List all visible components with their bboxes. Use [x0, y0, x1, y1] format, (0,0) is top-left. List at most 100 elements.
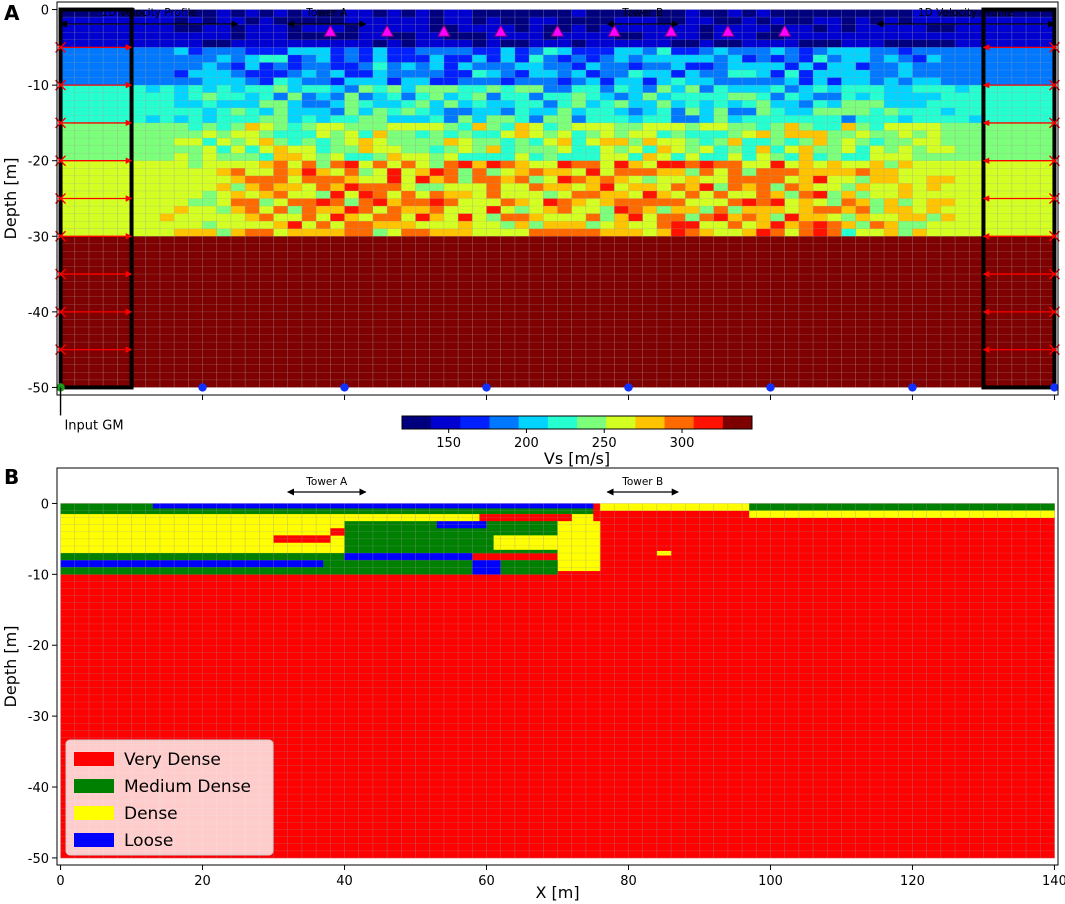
- velocity-cell: [131, 160, 147, 169]
- velocity-cell: [869, 168, 885, 177]
- velocity-cell: [841, 168, 857, 177]
- velocity-cell: [230, 190, 246, 199]
- velocity-cell: [245, 100, 260, 109]
- velocity-cell: [401, 168, 416, 177]
- velocity-cell: [813, 221, 828, 230]
- velocity-cell: [685, 122, 700, 131]
- velocity-cell: [756, 47, 771, 56]
- velocity-cell: [415, 24, 431, 33]
- velocity-cell: [543, 138, 558, 146]
- velocity-cell: [259, 100, 274, 109]
- velocity-cell: [685, 221, 700, 230]
- velocity-cell: [443, 54, 459, 63]
- velocity-cell: [798, 32, 814, 41]
- velocity-cell: [159, 85, 175, 94]
- velocity-cell: [245, 130, 260, 139]
- velocity-cell: [940, 32, 956, 41]
- velocity-cell: [557, 221, 573, 230]
- velocity-cell: [614, 62, 629, 71]
- velocity-cell: [415, 32, 431, 41]
- velocity-cell: [557, 213, 573, 222]
- velocity-cell: [813, 145, 828, 154]
- velocity-cell: [571, 145, 587, 154]
- velocity-cell: [1011, 130, 1027, 139]
- velocity-cell: [486, 175, 502, 184]
- velocity-cell: [798, 153, 814, 162]
- velocity-cell: [912, 77, 928, 86]
- velocity-cell: [188, 198, 203, 207]
- velocity-cell: [898, 168, 913, 177]
- velocity-cell: [387, 138, 402, 146]
- velocity-cell: [500, 92, 516, 101]
- velocity-cell: [756, 77, 771, 86]
- velocity-cell: [855, 77, 871, 86]
- velocity-cell: [869, 206, 885, 215]
- velocity-cell: [387, 175, 402, 184]
- velocity-cell: [74, 145, 90, 154]
- velocity-cell: [74, 213, 90, 222]
- velocity-cell: [685, 24, 700, 33]
- velocity-cell: [1011, 221, 1027, 230]
- velocity-cell: [74, 130, 90, 139]
- velocity-cell: [955, 175, 970, 184]
- velocity-cell: [316, 221, 331, 230]
- panel-b-x-tick: 140: [1042, 874, 1065, 889]
- velocity-cell: [869, 122, 885, 131]
- velocity-cell: [60, 70, 76, 78]
- velocity-cell: [585, 32, 601, 41]
- velocity-cell: [713, 198, 729, 207]
- velocity-cell: [88, 107, 104, 116]
- velocity-cell: [926, 107, 942, 116]
- velocity-cell: [259, 115, 274, 124]
- velocity-cell: [955, 39, 970, 48]
- velocity-cell: [88, 198, 104, 207]
- velocity-cell: [898, 107, 913, 116]
- velocity-cell: [756, 190, 771, 199]
- velocity-cell: [472, 183, 487, 192]
- velocity-cell: [727, 175, 743, 184]
- velocity-cell: [898, 138, 913, 146]
- velocity-cell: [287, 100, 303, 109]
- velocity-cell: [131, 198, 147, 207]
- velocity-cell: [1011, 190, 1027, 199]
- velocity-cell: [543, 168, 558, 177]
- velocity-cell: [145, 115, 161, 124]
- velocity-cell: [884, 100, 899, 109]
- velocity-cell: [699, 206, 715, 215]
- velocity-cell: [912, 190, 928, 199]
- velocity-cell: [514, 24, 530, 33]
- velocity-cell: [798, 190, 814, 199]
- velocity-cell: [415, 17, 431, 26]
- velocity-cell: [159, 54, 175, 63]
- velocity-cell: [756, 92, 771, 101]
- velocity-cell: [529, 39, 544, 48]
- velocity-cell: [727, 92, 743, 101]
- velocity-cell: [742, 175, 757, 184]
- velocity-cell: [813, 160, 828, 169]
- velocity-cell: [301, 70, 317, 78]
- velocity-cell: [628, 122, 644, 131]
- velocity-cell: [245, 115, 260, 124]
- velocity-cell: [628, 107, 644, 116]
- velocity-cell: [699, 122, 715, 131]
- velocity-cell: [230, 175, 246, 184]
- velocity-cell: [472, 130, 487, 139]
- velocity-cell: [216, 107, 232, 116]
- velocity-cell: [997, 47, 1013, 56]
- velocity-cell: [585, 17, 601, 26]
- velocity-cell: [301, 198, 317, 207]
- velocity-cell: [898, 62, 913, 71]
- velocity-cell: [401, 70, 416, 78]
- velocity-cell: [656, 130, 672, 139]
- velocity-cell: [216, 100, 232, 109]
- velocity-cell: [671, 107, 686, 116]
- velocity-cell: [713, 130, 729, 139]
- velocity-cell: [571, 62, 587, 71]
- velocity-cell: [1026, 168, 1041, 177]
- velocity-cell: [1011, 138, 1027, 146]
- velocity-cell: [770, 175, 786, 184]
- velocity-cell: [955, 153, 970, 162]
- panel-b-x-tick: 100: [758, 874, 783, 889]
- velocity-cell: [742, 115, 757, 124]
- velocity-cell: [472, 145, 487, 154]
